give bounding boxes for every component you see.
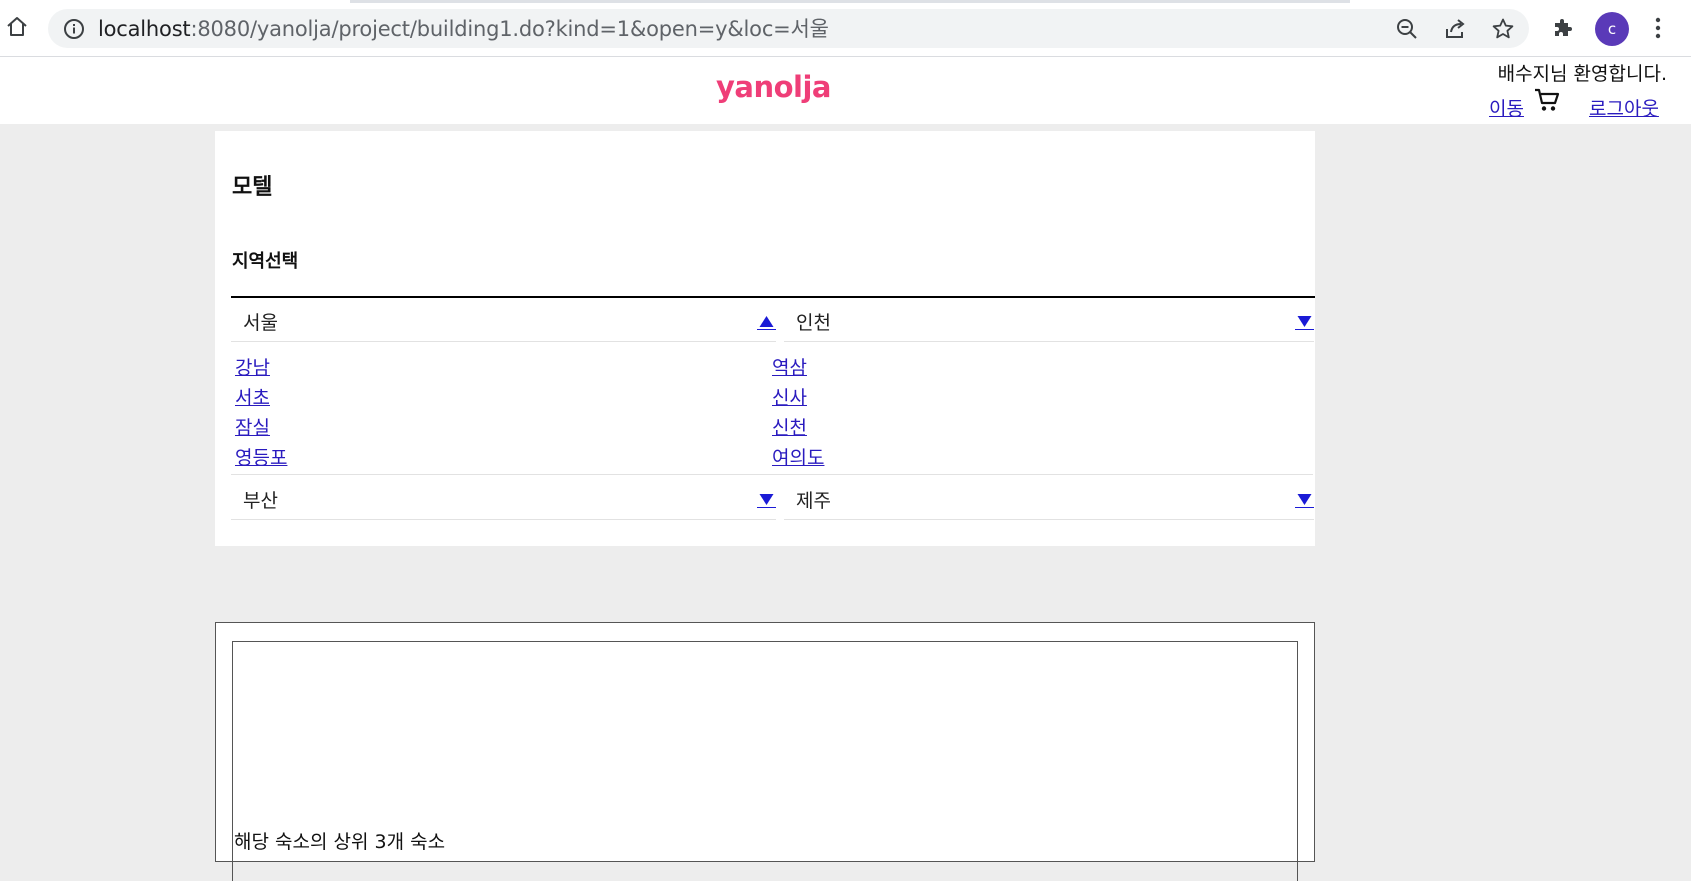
home-icon[interactable] bbox=[2, 12, 32, 42]
region-row-jeju[interactable]: 제주 bbox=[784, 476, 1314, 520]
cart-icon[interactable] bbox=[1533, 86, 1561, 114]
tab-strip-edge bbox=[0, 0, 1691, 3]
results-container: 해당 숙소의 상위 3개 숙소 bbox=[215, 622, 1315, 881]
subregion-link[interactable]: 신사 bbox=[772, 383, 824, 413]
zoom-out-icon[interactable] bbox=[1394, 16, 1420, 42]
move-link[interactable]: 이동 bbox=[1489, 94, 1524, 121]
more-menu-icon[interactable] bbox=[1645, 15, 1671, 41]
address-bar[interactable]: localhost:8080/yanolja/project/building1… bbox=[48, 9, 1529, 48]
url-path: :8080/yanolja/project/building1.do?kind=… bbox=[190, 17, 829, 41]
welcome-message: 배수지님 환영합니다. bbox=[1497, 63, 1667, 85]
url-text[interactable]: localhost:8080/yanolja/project/building1… bbox=[98, 17, 829, 41]
region-panel: 모텔 지역선택 서울 인천 강남 서초 잠실 영등포 역삼 신사 신천 여의도 … bbox=[215, 131, 1315, 546]
active-tab-edge bbox=[350, 0, 1350, 3]
url-host: localhost bbox=[98, 17, 191, 41]
collapse-toggle-icon[interactable] bbox=[757, 314, 776, 330]
avatar-letter: c bbox=[1607, 20, 1617, 38]
region-name: 부산 bbox=[243, 490, 278, 512]
subregion-link[interactable]: 영등포 bbox=[235, 443, 287, 473]
divider bbox=[231, 474, 1313, 475]
subregion-list-incheon: 역삼 신사 신천 여의도 bbox=[772, 353, 824, 473]
expand-toggle-icon[interactable] bbox=[1295, 492, 1314, 508]
region-row-busan[interactable]: 부산 bbox=[231, 476, 776, 520]
subregion-link[interactable]: 여의도 bbox=[772, 443, 824, 473]
results-inner-box: 해당 숙소의 상위 3개 숙소 bbox=[232, 641, 1298, 881]
region-row-incheon[interactable]: 인천 bbox=[784, 298, 1314, 342]
browser-toolbar: localhost:8080/yanolja/project/building1… bbox=[0, 0, 1691, 57]
share-icon[interactable] bbox=[1442, 16, 1468, 42]
bookmark-star-icon[interactable] bbox=[1490, 16, 1516, 42]
subregion-list-seoul: 강남 서초 잠실 영등포 bbox=[235, 353, 287, 473]
site-header: yanolja 배수지님 환영합니다. 이동 로그아웃 bbox=[0, 57, 1691, 124]
subregion-link[interactable]: 역삼 bbox=[772, 353, 824, 383]
subregion-link[interactable]: 서초 bbox=[235, 383, 287, 413]
subregion-link[interactable]: 강남 bbox=[235, 353, 287, 383]
subregion-link[interactable]: 잠실 bbox=[235, 413, 287, 443]
logout-link[interactable]: 로그아웃 bbox=[1589, 94, 1659, 121]
expand-toggle-icon[interactable] bbox=[757, 492, 776, 508]
region-name: 서울 bbox=[243, 312, 278, 334]
region-select-heading: 지역선택 bbox=[232, 251, 299, 272]
site-info-icon[interactable] bbox=[62, 17, 86, 41]
region-name: 인천 bbox=[796, 312, 831, 334]
region-row-seoul[interactable]: 서울 bbox=[231, 298, 776, 342]
region-name: 제주 bbox=[796, 490, 831, 512]
page-title: 모텔 bbox=[232, 175, 273, 200]
yanolja-logo[interactable]: yanolja bbox=[716, 70, 832, 104]
expand-toggle-icon[interactable] bbox=[1295, 314, 1314, 330]
profile-avatar[interactable]: c bbox=[1595, 12, 1629, 46]
extensions-puzzle-icon[interactable] bbox=[1550, 15, 1576, 41]
subregion-link[interactable]: 신천 bbox=[772, 413, 824, 443]
